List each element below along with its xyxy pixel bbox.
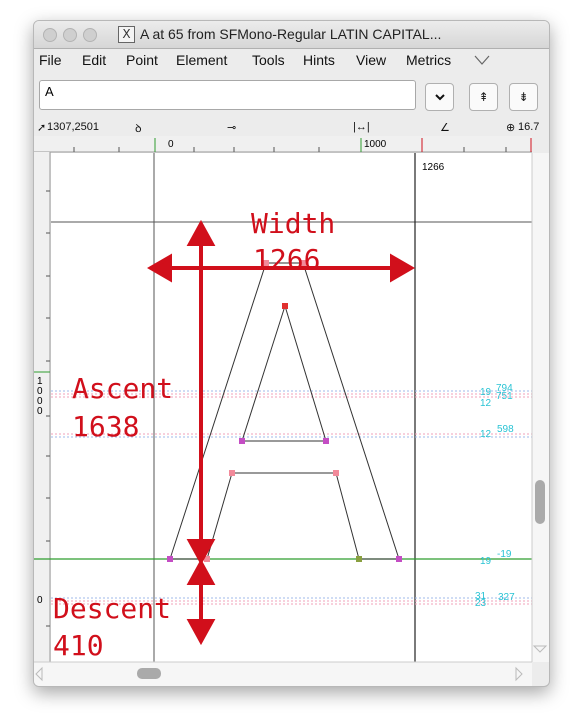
- menu-edit[interactable]: Edit: [82, 52, 106, 68]
- zoom-icon: ⊕: [506, 122, 516, 134]
- width-arrow-icon: |↔|: [353, 121, 370, 133]
- menu-metrics[interactable]: Metrics: [406, 52, 451, 68]
- descent-label: Descent: [53, 592, 171, 625]
- hint-double-icon[interactable]: ⇟: [509, 83, 538, 111]
- horizontal-scrollbar[interactable]: [34, 662, 532, 686]
- horizontal-scroll-thumb[interactable]: [137, 668, 161, 679]
- menu-bar: File Edit Point Element Tools Hints View…: [34, 49, 549, 71]
- point-select-icon: ⊸: [227, 122, 237, 134]
- chevron-down-icon[interactable]: [425, 83, 454, 111]
- metric-12b: 12: [480, 429, 492, 440]
- menu-point[interactable]: Point: [126, 52, 158, 68]
- menu-element[interactable]: Element: [176, 52, 227, 68]
- ascent-label: Ascent: [72, 372, 173, 405]
- metric-23: 23: [475, 598, 487, 609]
- top-ruler: [34, 136, 532, 152]
- menu-view[interactable]: View: [356, 52, 386, 68]
- ruler-label-1000: 1000: [364, 139, 387, 150]
- vertical-scroll-thumb[interactable]: [535, 480, 545, 524]
- glyph-canvas[interactable]: 0 1000 1 0 0 0 0 1266 794 751 19 12 598 …: [34, 136, 549, 686]
- metric-327: 327: [498, 592, 515, 603]
- cursor-coords: 1307,2501: [47, 121, 99, 133]
- title-bar: X A at 65 from SFMono-Regular LATIN CAPI…: [34, 21, 549, 49]
- zoom-button[interactable]: [83, 28, 97, 42]
- menu-tools[interactable]: Tools: [252, 52, 285, 68]
- descent-value: 410: [53, 629, 104, 662]
- pointer-icon: ➚: [37, 122, 47, 134]
- metric-19b: 19: [480, 556, 492, 567]
- metric-12a: 12: [480, 398, 492, 409]
- ruler-left-zero: 0: [37, 595, 43, 606]
- advance-width-label: 1266: [422, 162, 445, 173]
- glyph-name-input[interactable]: A: [39, 80, 416, 110]
- width-label: Width: [251, 207, 335, 240]
- width-value: 1266: [253, 243, 320, 276]
- snap-icon: ꝺ: [135, 123, 142, 135]
- ascent-value: 1638: [72, 410, 139, 443]
- vertical-scrollbar[interactable]: [532, 153, 549, 662]
- metric-19a: 19: [480, 387, 492, 398]
- metric-598: 598: [497, 424, 514, 435]
- info-bar: ➚ 1307,2501 ꝺ ⊸ |↔| ∠ ⊕ 16.7: [34, 121, 549, 135]
- zoom-level: 16.7: [518, 121, 540, 133]
- metric-minus19: -19: [497, 549, 512, 560]
- window-title: A at 65 from SFMono-Regular LATIN CAPITA…: [140, 26, 442, 42]
- more-menu-chevron-icon[interactable]: [474, 54, 490, 66]
- menu-file[interactable]: File: [39, 52, 62, 68]
- ruler-label-0: 0: [168, 139, 174, 150]
- fontforge-glyph-window: X A at 65 from SFMono-Regular LATIN CAPI…: [33, 20, 550, 687]
- angle-icon: ∠: [440, 122, 450, 134]
- close-button[interactable]: [43, 28, 57, 42]
- ruler-left-0c: 0: [37, 406, 43, 417]
- menu-hints[interactable]: Hints: [303, 52, 335, 68]
- x11-icon: X: [118, 26, 135, 43]
- metric-751: 751: [496, 391, 513, 402]
- hint-up-icon[interactable]: ⇞: [469, 83, 498, 111]
- minimize-button[interactable]: [63, 28, 77, 42]
